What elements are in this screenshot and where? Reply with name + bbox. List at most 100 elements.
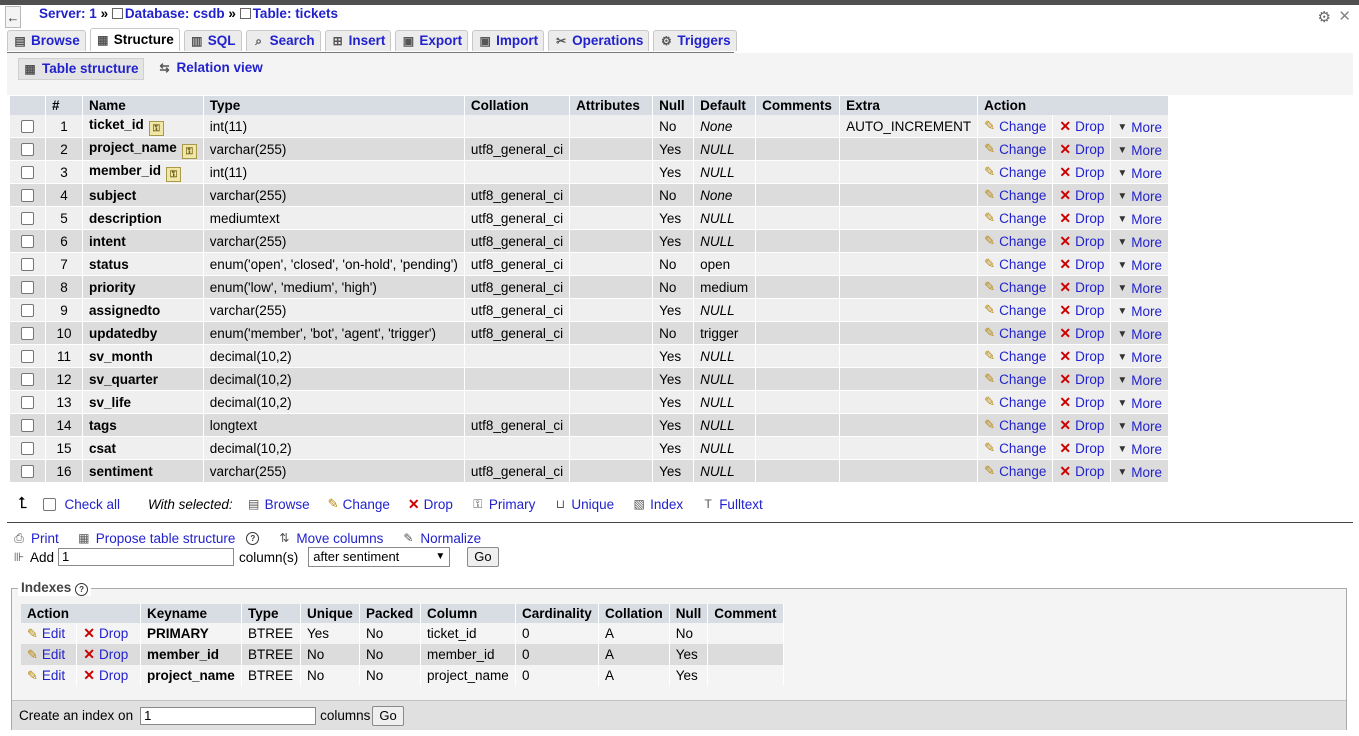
change-button[interactable]: ✎ Change — [984, 233, 1046, 249]
edit-index-button[interactable]: ✎ Edit — [27, 647, 65, 663]
drop-button[interactable]: ✕ Drop — [1059, 417, 1104, 434]
drop-button[interactable]: ✕ Drop — [1059, 187, 1104, 204]
more-dropdown-button[interactable]: ▼ More — [1117, 212, 1162, 227]
close-icon[interactable]: ✕ — [1338, 7, 1351, 25]
change-button[interactable]: ✎ Change — [984, 440, 1046, 456]
propose-structure-link[interactable]: ▦ Propose table structure? — [77, 531, 260, 546]
help-icon[interactable]: ? — [246, 531, 260, 545]
drop-button[interactable]: ✕ Drop — [1059, 348, 1104, 365]
row-checkbox[interactable] — [21, 304, 34, 318]
drop-index-button[interactable]: ✕ Drop — [83, 646, 128, 663]
breadcrumb-table[interactable]: Table: tickets — [253, 6, 338, 21]
change-button[interactable]: ✎ Change — [984, 394, 1046, 410]
bulk-unique-button[interactable]: ⊔ Unique — [553, 497, 614, 512]
drop-button[interactable]: ✕ Drop — [1059, 233, 1104, 250]
row-checkbox[interactable] — [21, 166, 34, 180]
drop-index-button[interactable]: ✕ Drop — [83, 667, 128, 684]
row-checkbox[interactable] — [21, 120, 34, 134]
row-checkbox[interactable] — [21, 396, 34, 410]
change-button[interactable]: ✎ Change — [984, 348, 1046, 364]
drop-index-button[interactable]: ✕ Drop — [83, 625, 128, 642]
change-button[interactable]: ✎ Change — [984, 210, 1046, 226]
normalize-link[interactable]: ✎ Normalize — [401, 531, 481, 546]
more-dropdown-button[interactable]: ▼ More — [1117, 465, 1162, 480]
drop-button[interactable]: ✕ Drop — [1059, 371, 1104, 388]
settings-gear-icon[interactable]: ⚙ — [1318, 8, 1331, 26]
subtab-table-structure[interactable]: ▦ Table structure — [18, 58, 144, 80]
move-columns-link[interactable]: ⇅ Move columns — [277, 531, 383, 546]
change-button[interactable]: ✎ Change — [984, 279, 1046, 295]
tab-browse[interactable]: ▤ Browse — [7, 30, 86, 51]
add-column-count-input[interactable] — [58, 548, 235, 566]
change-button[interactable]: ✎ Change — [984, 118, 1046, 134]
bulk-fulltext-button[interactable]: T Fulltext — [701, 497, 763, 512]
change-button[interactable]: ✎ Change — [984, 141, 1046, 157]
drop-button[interactable]: ✕ Drop — [1059, 440, 1104, 457]
bulk-primary-button[interactable]: ⚿ Primary — [471, 497, 535, 512]
collapse-nav-button[interactable]: ← — [5, 6, 21, 28]
print-link[interactable]: ⎙ Print — [12, 531, 59, 546]
tab-sql[interactable]: ▥ SQL — [183, 30, 242, 51]
tab-export[interactable]: ▣ Export — [395, 30, 469, 51]
subtab-relation-view[interactable]: ⇆ Relation view — [154, 58, 267, 78]
drop-button[interactable]: ✕ Drop — [1059, 118, 1104, 135]
tab-triggers[interactable]: ⚙ Triggers — [653, 30, 737, 51]
tab-structure[interactable]: ▦ Structure — [89, 28, 180, 51]
drop-button[interactable]: ✕ Drop — [1059, 164, 1104, 181]
drop-button[interactable]: ✕ Drop — [1059, 463, 1104, 480]
edit-index-button[interactable]: ✎ Edit — [27, 668, 65, 684]
breadcrumb-server[interactable]: Server: 1 — [39, 6, 97, 21]
create-index-count-input[interactable] — [140, 706, 317, 725]
create-index-go-button[interactable]: Go — [372, 705, 404, 726]
row-checkbox[interactable] — [21, 143, 34, 157]
edit-index-button[interactable]: ✎ Edit — [27, 626, 65, 642]
tab-insert[interactable]: ⊞ Insert — [324, 30, 392, 51]
row-checkbox[interactable] — [21, 465, 34, 479]
drop-button[interactable]: ✕ Drop — [1059, 141, 1104, 158]
bulk-drop-button[interactable]: ✕ Drop — [408, 496, 453, 513]
more-dropdown-button[interactable]: ▼ More — [1117, 327, 1162, 342]
more-dropdown-button[interactable]: ▼ More — [1117, 235, 1162, 250]
bulk-change-button[interactable]: ✎ Change — [328, 496, 390, 512]
change-button[interactable]: ✎ Change — [984, 417, 1046, 433]
change-button[interactable]: ✎ Change — [984, 302, 1046, 318]
change-button[interactable]: ✎ Change — [984, 164, 1046, 180]
more-dropdown-button[interactable]: ▼ More — [1117, 442, 1162, 457]
more-dropdown-button[interactable]: ▼ More — [1117, 373, 1162, 388]
row-checkbox[interactable] — [21, 212, 34, 226]
more-dropdown-button[interactable]: ▼ More — [1117, 189, 1162, 204]
change-button[interactable]: ✎ Change — [984, 187, 1046, 203]
row-checkbox[interactable] — [21, 350, 34, 364]
add-column-go-button[interactable]: Go — [467, 547, 499, 567]
help-icon[interactable]: ? — [75, 583, 89, 596]
more-dropdown-button[interactable]: ▼ More — [1117, 304, 1162, 319]
drop-button[interactable]: ✕ Drop — [1059, 394, 1104, 411]
drop-button[interactable]: ✕ Drop — [1059, 279, 1104, 296]
more-dropdown-button[interactable]: ▼ More — [1117, 396, 1162, 411]
row-checkbox[interactable] — [21, 373, 34, 387]
change-button[interactable]: ✎ Change — [984, 463, 1046, 479]
row-checkbox[interactable] — [21, 419, 34, 433]
drop-button[interactable]: ✕ Drop — [1059, 325, 1104, 342]
tab-search[interactable]: ⌕ Search — [245, 30, 321, 51]
more-dropdown-button[interactable]: ▼ More — [1117, 258, 1162, 273]
bulk-browse-button[interactable]: ▤ Browse — [247, 497, 310, 512]
more-dropdown-button[interactable]: ▼ More — [1117, 143, 1162, 158]
drop-button[interactable]: ✕ Drop — [1059, 210, 1104, 227]
add-column-position-select[interactable]: after sentiment ▼ — [308, 547, 451, 567]
row-checkbox[interactable] — [21, 235, 34, 249]
row-checkbox[interactable] — [21, 189, 34, 203]
drop-button[interactable]: ✕ Drop — [1059, 256, 1104, 273]
drop-button[interactable]: ✕ Drop — [1059, 302, 1104, 319]
bulk-index-button[interactable]: ▧ Index — [632, 497, 683, 512]
more-dropdown-button[interactable]: ▼ More — [1117, 419, 1162, 434]
check-all-checkbox[interactable] — [43, 497, 57, 511]
change-button[interactable]: ✎ Change — [984, 371, 1046, 387]
row-checkbox[interactable] — [21, 442, 34, 456]
breadcrumb-database[interactable]: Database: csdb — [125, 6, 225, 21]
change-button[interactable]: ✎ Change — [984, 256, 1046, 272]
row-checkbox[interactable] — [21, 281, 34, 295]
more-dropdown-button[interactable]: ▼ More — [1117, 281, 1162, 296]
more-dropdown-button[interactable]: ▼ More — [1117, 350, 1162, 365]
row-checkbox[interactable] — [21, 327, 34, 341]
